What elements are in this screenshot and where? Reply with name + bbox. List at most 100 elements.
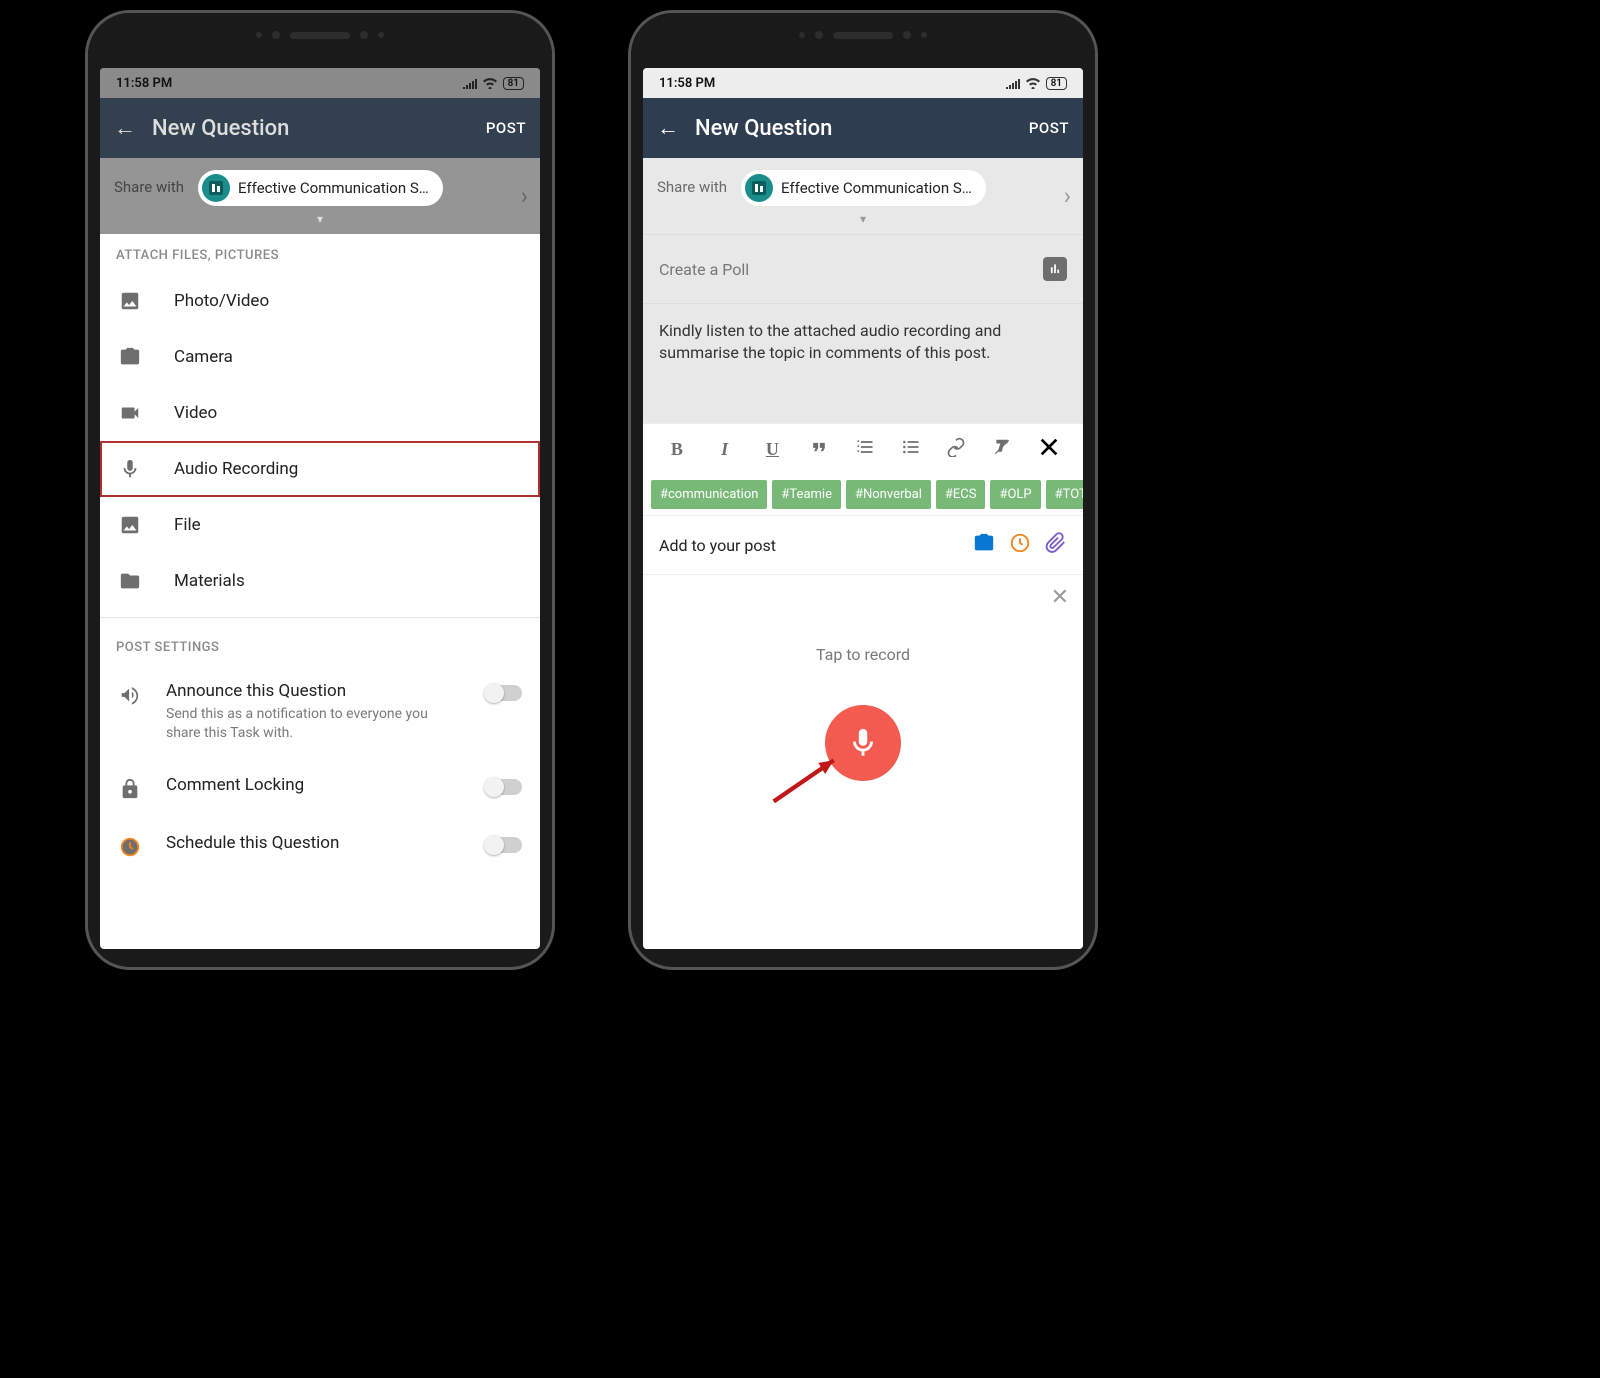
share-with-row[interactable]: Share with Effective Communication S… ▾ … [100,158,540,234]
phone-frame-left: 11:58 PM 81 ← New Question POST Share wi… [85,10,555,970]
clock-icon [118,835,142,859]
file-icon [118,513,142,537]
status-bar: 11:58 PM 81 [643,68,1083,98]
link-button[interactable] [946,437,966,461]
underline-button[interactable]: U [761,439,783,460]
share-with-row[interactable]: Share with Effective Communication S… ▾ … [643,158,1083,234]
setting-title: Schedule this Question [166,833,462,853]
lock-icon [118,777,142,801]
option-label: Audio Recording [174,459,298,479]
camera-icon [118,345,142,369]
option-file[interactable]: File [100,497,540,553]
numbered-list-button[interactable] [855,437,875,461]
wifi-icon [1025,77,1041,89]
option-audio-recording[interactable]: Audio Recording [100,441,540,497]
share-label: Share with [114,170,184,196]
option-photo-video[interactable]: Photo/Video [100,273,540,329]
toggle-locking[interactable] [486,779,522,795]
chip-text: Effective Communication S… [238,179,429,197]
status-icons: 81 [463,77,524,90]
record-hint: Tap to record [643,645,1083,664]
folder-icon [118,569,142,593]
phone-frame-right: 11:58 PM 81 ← New Question POST Share wi… [628,10,1098,970]
tag-chip[interactable]: #communication [651,480,767,509]
close-toolbar-button[interactable] [1038,436,1060,462]
page-title: New Question [152,116,486,141]
option-camera[interactable]: Camera [100,329,540,385]
option-label: Photo/Video [174,291,269,311]
add-to-post-row: Add to your post [643,515,1083,575]
back-button[interactable]: ← [114,115,136,141]
chip-avatar-icon [202,174,230,202]
battery-icon: 81 [1046,77,1067,90]
tag-chip[interactable]: #Nonverbal [846,480,931,509]
option-label: Materials [174,571,245,591]
attach-header: ATTACH FILES, PICTURES [100,234,540,273]
video-icon [118,401,142,425]
tags-row: #communication #Teamie #Nonverbal #ECS #… [643,474,1083,515]
option-label: File [174,515,201,535]
arrow-annotation [763,750,853,810]
setting-announce[interactable]: Announce this Question Send this as a no… [100,665,540,759]
post-textarea[interactable]: Kindly listen to the attached audio reco… [643,303,1083,423]
post-button[interactable]: POST [1029,119,1069,137]
page-title: New Question [695,116,1029,141]
share-chip[interactable]: Effective Communication S… [741,170,986,206]
wifi-icon [482,77,498,89]
option-video[interactable]: Video [100,385,540,441]
image-icon [118,289,142,313]
app-bar: ← New Question POST [643,98,1083,158]
chip-avatar-icon [745,174,773,202]
settings-header: POST SETTINGS [100,626,540,665]
italic-button[interactable]: I [714,439,736,460]
setting-title: Comment Locking [166,775,462,795]
mic-icon [118,457,142,481]
chevron-down-icon: ▾ [317,212,323,226]
status-icons: 81 [1006,77,1067,90]
poll-icon [1043,257,1067,281]
clear-format-button[interactable] [992,437,1012,461]
setting-title: Announce this Question [166,681,462,701]
toggle-announce[interactable] [486,685,522,701]
setting-desc: Send this as a notification to everyone … [166,705,462,743]
chevron-down-icon: ▾ [860,212,866,226]
status-time: 11:58 PM [659,76,715,91]
post-content: Kindly listen to the attached audio reco… [659,321,1001,362]
quote-button[interactable] [809,437,829,461]
bold-button[interactable]: B [666,439,688,460]
create-poll-row[interactable]: Create a Poll [643,234,1083,303]
record-panel: ✕ Tap to record [643,575,1083,949]
chevron-right-icon[interactable]: › [1064,182,1071,210]
bullet-list-button[interactable] [901,437,921,461]
post-button[interactable]: POST [486,119,526,137]
megaphone-icon [118,683,142,707]
share-label: Share with [657,170,727,196]
option-materials[interactable]: Materials [100,553,540,609]
tag-chip[interactable]: #ECS [936,480,986,509]
tag-chip[interactable]: #TOTD [1046,480,1083,509]
paperclip-attach-icon[interactable] [1045,532,1067,558]
back-button[interactable]: ← [657,115,679,141]
poll-label: Create a Poll [659,260,749,279]
add-label: Add to your post [659,536,959,555]
tag-chip[interactable]: #Teamie [772,480,841,509]
status-time: 11:58 PM [116,76,172,91]
status-bar: 11:58 PM 81 [100,68,540,98]
battery-icon: 81 [503,77,524,90]
app-bar: ← New Question POST [100,98,540,158]
setting-comment-locking[interactable]: Comment Locking [100,759,540,817]
signal-icon [463,77,477,89]
clock-attach-icon[interactable] [1009,532,1031,558]
chevron-right-icon[interactable]: › [521,182,528,210]
toggle-schedule[interactable] [486,837,522,853]
option-label: Video [174,403,217,423]
setting-schedule[interactable]: Schedule this Question [100,817,540,875]
option-label: Camera [174,347,233,367]
signal-icon [1006,77,1020,89]
camera-attach-icon[interactable] [973,532,995,558]
share-chip[interactable]: Effective Communication S… [198,170,443,206]
format-toolbar: B I U [643,423,1083,474]
tag-chip[interactable]: #OLP [990,480,1040,509]
chip-text: Effective Communication S… [781,179,972,197]
close-record-icon[interactable]: ✕ [1051,585,1069,610]
